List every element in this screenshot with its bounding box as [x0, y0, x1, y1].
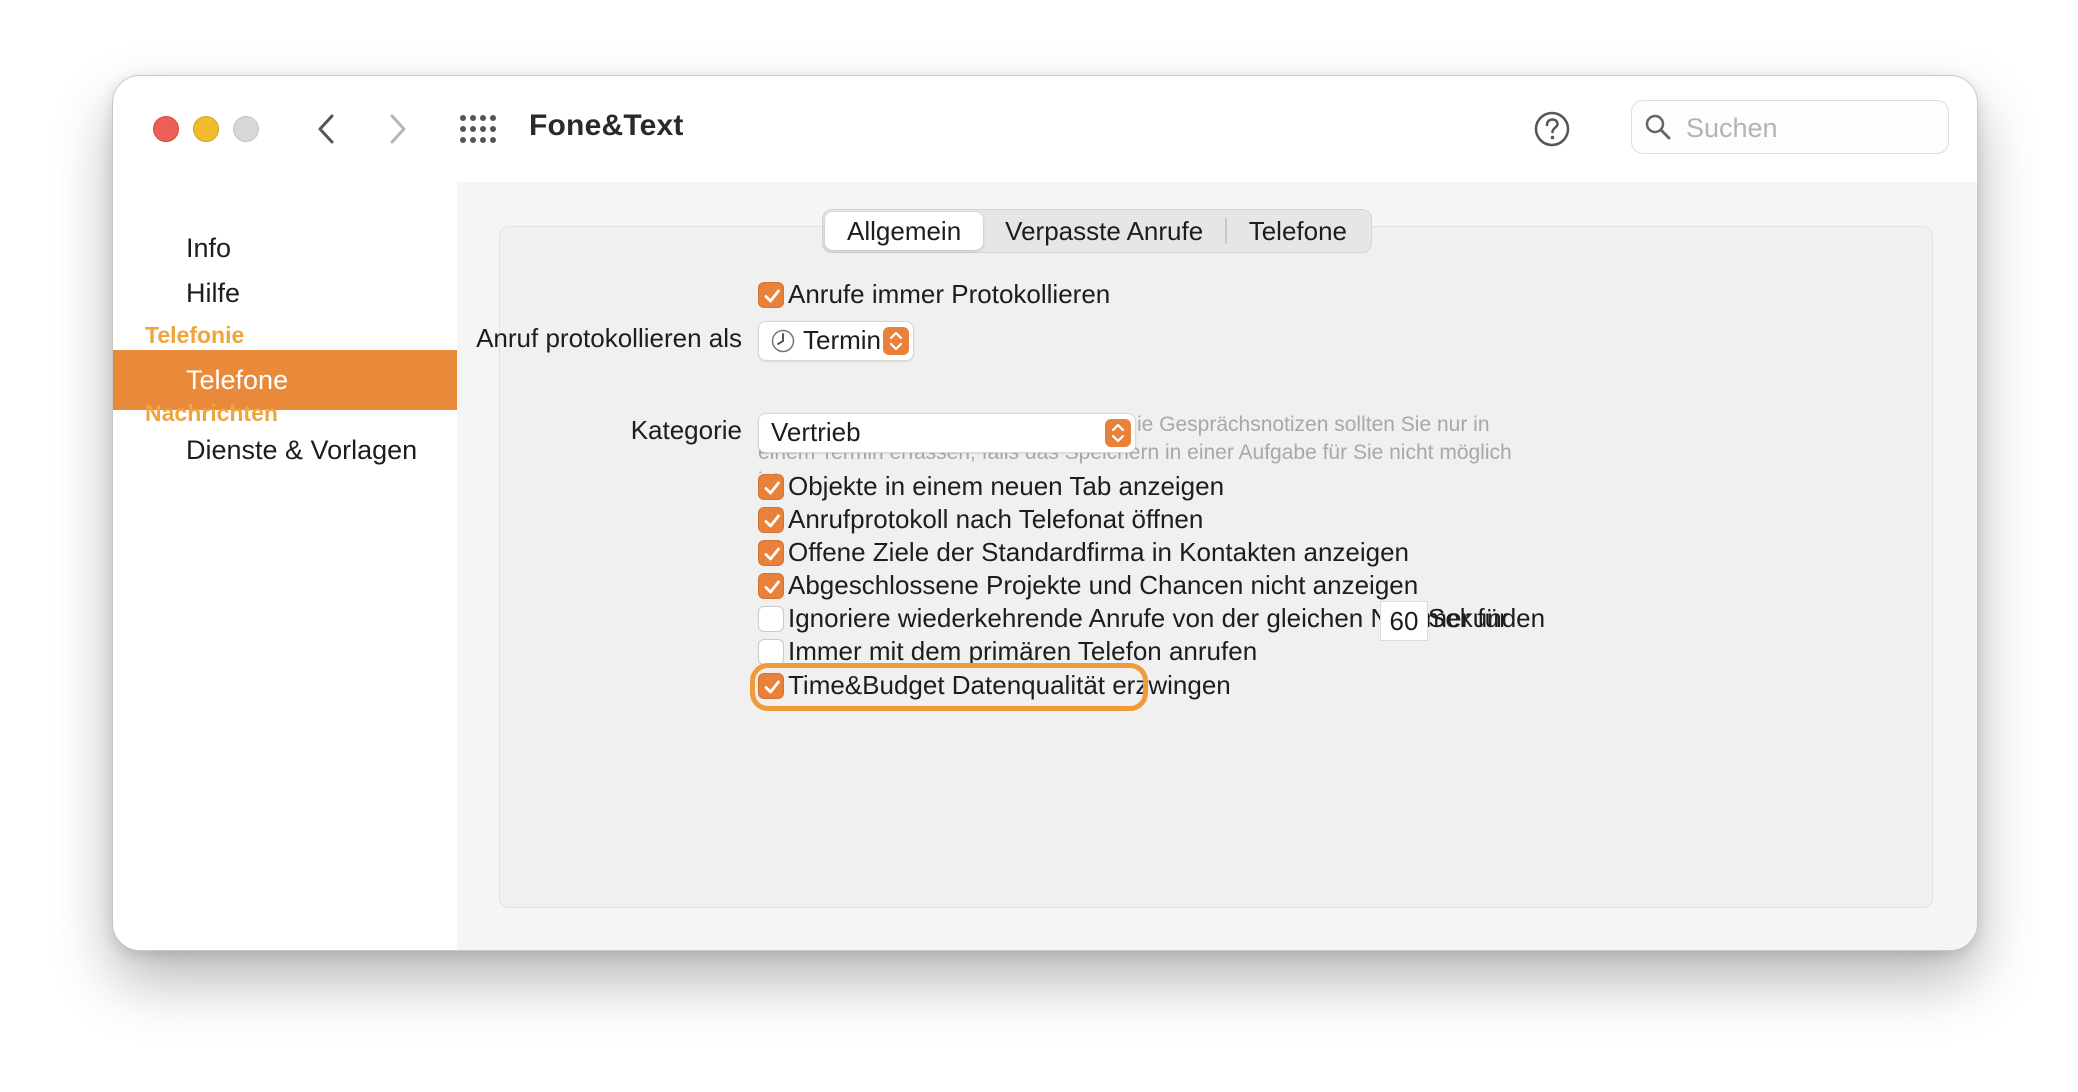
- hide-closed-projects-label: Abgeschlossene Projekte und Chancen nich…: [788, 570, 1419, 600]
- chevron-up-down-icon: [889, 331, 903, 351]
- log-as-label: Anruf protokollieren als: [476, 323, 742, 353]
- checkmark-icon: [764, 289, 780, 303]
- title-bar: Fone&Text: [113, 76, 1977, 183]
- back-button[interactable]: [309, 110, 345, 148]
- sidebar-item-dienste-vorlagen[interactable]: Dienste & Vorlagen: [113, 420, 457, 480]
- help-button[interactable]: [1533, 110, 1571, 148]
- ignore-seconds-field[interactable]: 60: [1380, 601, 1428, 641]
- log-always-label: Anrufe immer Protokollieren: [788, 279, 1111, 309]
- sidebar-item-hilfe[interactable]: Hilfe: [113, 263, 457, 323]
- help-icon: [1534, 111, 1570, 147]
- preferences-window: Fone&Text Info Hilfe Telefonie Telefone: [112, 75, 1978, 951]
- show-open-goals-checkbox[interactable]: [758, 540, 784, 566]
- log-as-popup[interactable]: Termin: [758, 321, 914, 361]
- forward-button[interactable]: [379, 110, 415, 148]
- search-icon: [1645, 114, 1671, 140]
- sidebar-section-telefonie: Telefonie: [145, 322, 245, 348]
- log-always-checkbox[interactable]: [758, 282, 784, 308]
- minimize-button[interactable]: [193, 116, 219, 142]
- popup-stepper: [1105, 419, 1131, 447]
- content-area: Allgemein Verpasste Anrufe Telefone Anru…: [457, 182, 1977, 950]
- open-call-log-checkbox[interactable]: [758, 507, 784, 533]
- category-label: Kategorie: [630, 415, 742, 445]
- grid-icon: [460, 115, 496, 143]
- category-value: Vertrieb: [771, 417, 861, 447]
- checkmark-icon: [764, 481, 780, 495]
- popup-stepper: [883, 327, 909, 355]
- tab-bar: Allgemein Verpasste Anrufe Telefone: [822, 209, 1373, 253]
- clock-icon: [771, 329, 795, 353]
- show-open-goals-label: Offene Ziele der Standardfirma in Kontak…: [788, 537, 1410, 567]
- chevron-right-icon: [390, 114, 406, 144]
- open-in-new-tab-label: Objekte in einem neuen Tab anzeigen: [788, 471, 1225, 501]
- checkmark-icon: [764, 547, 780, 561]
- sidebar-item-label: Hilfe: [186, 278, 241, 308]
- search-field[interactable]: [1631, 100, 1949, 155]
- log-as-value: Termin: [803, 325, 882, 355]
- call-primary-phone-checkbox[interactable]: [758, 639, 784, 665]
- chevron-left-icon: [318, 114, 334, 144]
- search-input[interactable]: [1684, 101, 1938, 155]
- show-all-button[interactable]: [459, 114, 497, 144]
- ignore-seconds-unit: Sekunden: [1428, 603, 1546, 633]
- ignore-repeat-calls-checkbox[interactable]: [758, 606, 784, 632]
- checkmark-icon: [764, 514, 780, 528]
- checkmark-icon: [764, 580, 780, 594]
- open-in-new-tab-checkbox[interactable]: [758, 474, 784, 500]
- open-call-log-label: Anrufprotokoll nach Telefonat öffnen: [788, 504, 1204, 534]
- window-title: Fone&Text: [529, 109, 684, 142]
- tab-allgemein[interactable]: Allgemein: [825, 212, 984, 250]
- close-button[interactable]: [153, 116, 179, 142]
- hide-closed-projects-checkbox[interactable]: [758, 573, 784, 599]
- sidebar: Info Hilfe Telefonie Telefone Nachrichte…: [113, 182, 457, 950]
- highlight-ring: [750, 663, 1148, 711]
- chevron-up-down-icon: [1111, 423, 1125, 443]
- tab-verpasste-anrufe[interactable]: Verpasste Anrufe: [983, 212, 1225, 250]
- category-popup[interactable]: Vertrieb: [758, 413, 1136, 453]
- settings-panel: Allgemein Verpasste Anrufe Telefone Anru…: [476, 209, 1933, 908]
- zoom-button[interactable]: [233, 116, 259, 142]
- sidebar-item-label: Dienste & Vorlagen: [186, 435, 418, 465]
- tab-telefone[interactable]: Telefone: [1227, 212, 1369, 250]
